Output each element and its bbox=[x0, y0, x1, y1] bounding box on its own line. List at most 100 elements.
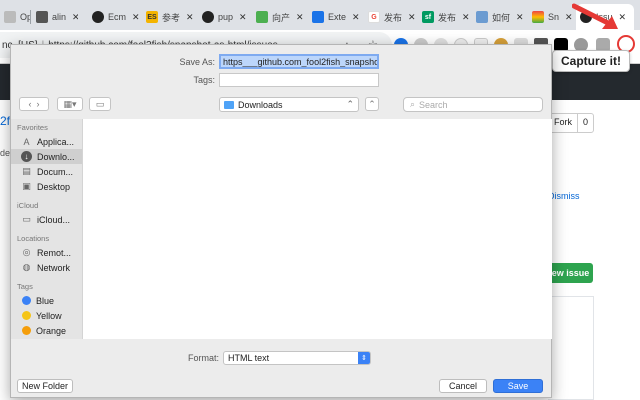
chevron-right-icon[interactable]: › bbox=[37, 99, 40, 109]
downloads-icon: ↓ bbox=[21, 151, 32, 162]
search-field[interactable]: ⌕ Search bbox=[403, 97, 543, 112]
new-issue-button[interactable]: ew issue bbox=[548, 263, 593, 283]
dialog-sidebar: Favorites A Applica... ↓ Downlo... ▤ Docum.… bbox=[11, 119, 82, 339]
tab-11[interactable]: Sn ✕ bbox=[528, 4, 574, 30]
tab-5[interactable]: pup ✕ bbox=[198, 4, 250, 30]
tab-label: Ecm bbox=[108, 12, 126, 22]
tab-2[interactable]: alin ✕ bbox=[32, 4, 78, 30]
yellow-tag-dot bbox=[22, 311, 31, 320]
tab-label: Sn bbox=[548, 12, 560, 22]
format-select[interactable]: HTML text ⇕ bbox=[223, 351, 371, 365]
sidebar-item-tag-yellow[interactable]: Yellow bbox=[11, 308, 82, 323]
close-icon[interactable]: ✕ bbox=[462, 12, 470, 23]
section-icloud: iCloud bbox=[17, 201, 39, 210]
tab-7[interactable]: Exte ✕ bbox=[308, 4, 362, 30]
new-folder-icon-button[interactable]: ▭ bbox=[89, 97, 111, 111]
close-icon[interactable]: ✕ bbox=[296, 12, 304, 23]
sidebar-item-remote[interactable]: ◎ Remot... bbox=[11, 245, 82, 260]
tab-label: Opt bbox=[20, 12, 30, 22]
close-icon[interactable]: ✕ bbox=[132, 12, 140, 23]
applications-icon: A bbox=[23, 136, 30, 147]
sidebar-item-label: Orange bbox=[36, 325, 67, 336]
view-mode-button[interactable]: ▦▾ bbox=[57, 97, 83, 111]
save-button[interactable]: Save bbox=[493, 379, 543, 393]
disc-icon: ◎ bbox=[22, 247, 31, 257]
tags-label: Tags: bbox=[193, 75, 215, 85]
new-folder-button[interactable]: New Folder bbox=[17, 379, 73, 393]
sidebar-item-label: Yellow bbox=[36, 310, 62, 321]
tab-10[interactable]: 如何 ✕ bbox=[472, 4, 524, 30]
file-browser-pane[interactable] bbox=[82, 119, 552, 339]
tab-strip: Opt alin ✕ Ecm ✕ ES 参考 ✕ pup ✕ 向产 ✕ Exte ✕ G 发布 ✕… bbox=[0, 0, 640, 30]
sidebar-item-downloads[interactable]: ↓ Downlo... bbox=[11, 149, 82, 164]
folder-icon: ▭ bbox=[22, 214, 31, 224]
page-icon bbox=[476, 11, 488, 23]
folder-icon: ▭ bbox=[95, 98, 105, 109]
capture-it-button[interactable]: Capture it! bbox=[552, 50, 630, 72]
fork-count: 0 bbox=[577, 114, 593, 132]
google-icon: G bbox=[368, 11, 380, 23]
tab-label: pup bbox=[218, 12, 234, 22]
close-icon[interactable]: ✕ bbox=[516, 12, 524, 23]
chevron-left-icon[interactable]: ‹ bbox=[28, 99, 31, 109]
sidebar-item-icloud[interactable]: ▭ iCloud... bbox=[11, 212, 82, 227]
updown-icon: ⇕ bbox=[358, 352, 370, 364]
back-forward-buttons[interactable]: ‹ › bbox=[19, 97, 49, 111]
tab-label: 发布 bbox=[384, 12, 403, 23]
desktop-icon: ▣ bbox=[22, 181, 31, 191]
sidebar-item-label: Network bbox=[37, 262, 71, 273]
document-icon: ▤ bbox=[22, 166, 31, 176]
tab-label: 发布 bbox=[438, 12, 457, 23]
sidebar-item-tag-orange[interactable]: Orange bbox=[11, 323, 82, 338]
es-icon: ES bbox=[146, 11, 158, 23]
save-as-label: Save As: bbox=[179, 57, 215, 67]
fork-label: Fork bbox=[554, 117, 572, 127]
sidebar-item-documents[interactable]: ▤ Docum... bbox=[11, 164, 82, 179]
search-icon: ⌕ bbox=[410, 99, 416, 109]
section-tags: Tags bbox=[17, 282, 33, 291]
tab-4[interactable]: ES 参考 ✕ bbox=[142, 4, 194, 30]
sidebar-item-label: Remot... bbox=[37, 247, 72, 258]
chevron-up-icon: ⌃ bbox=[368, 98, 376, 109]
sidebar-item-label: Desktop bbox=[37, 181, 71, 192]
puzzle-icon bbox=[312, 11, 324, 23]
github-icon bbox=[92, 11, 104, 23]
grid-icon: ▦▾ bbox=[63, 98, 77, 109]
sidebar-item-label: Applica... bbox=[37, 136, 75, 147]
location-select[interactable]: Downloads ⌃ bbox=[219, 97, 359, 112]
red-arrow-annotation bbox=[572, 3, 618, 29]
globe-icon: ◍ bbox=[22, 262, 31, 272]
close-icon[interactable]: ✕ bbox=[72, 12, 78, 23]
save-as-input[interactable]: https___github.com_fool2fish_snapshot-a bbox=[219, 54, 379, 69]
close-icon[interactable]: ✕ bbox=[408, 12, 416, 23]
tab-3[interactable]: Ecm ✕ bbox=[88, 4, 140, 30]
sidebar-item-network[interactable]: ◍ Network bbox=[11, 260, 82, 275]
sidebar-item-label: Downlo... bbox=[37, 151, 75, 162]
tags-input[interactable] bbox=[219, 73, 379, 87]
close-icon[interactable]: ✕ bbox=[186, 12, 194, 23]
rainbow-icon bbox=[532, 11, 544, 23]
tab-8[interactable]: G 发布 ✕ bbox=[364, 4, 416, 30]
close-icon[interactable]: ✕ bbox=[352, 12, 360, 23]
sidebar-item-tag-blue[interactable]: Blue bbox=[11, 293, 82, 308]
sidebar-item-label: Blue bbox=[36, 295, 55, 306]
sidebar-item-applications[interactable]: A Applica... bbox=[11, 134, 82, 149]
fork-button[interactable]: Fork 0 bbox=[548, 113, 595, 133]
close-icon[interactable]: ✕ bbox=[239, 12, 247, 23]
tab-label: alin bbox=[52, 12, 67, 22]
tab-6[interactable]: 向产 ✕ bbox=[252, 4, 304, 30]
folder-icon bbox=[224, 100, 234, 109]
cancel-button[interactable]: Cancel bbox=[439, 379, 487, 393]
tab-label: Exte bbox=[328, 12, 347, 22]
dismiss-link[interactable]: Dismiss bbox=[548, 190, 580, 202]
page-icon bbox=[4, 11, 16, 23]
tab-label: 向产 bbox=[272, 12, 291, 23]
sidebar-item-desktop[interactable]: ▣ Desktop bbox=[11, 179, 82, 194]
expand-button[interactable]: ⌃ bbox=[365, 97, 379, 111]
repo-fragment: de bbox=[0, 148, 11, 158]
book-icon bbox=[36, 11, 48, 23]
sidebar-box bbox=[548, 296, 594, 400]
tab-1[interactable]: Opt bbox=[0, 4, 30, 30]
sf-icon: sf bbox=[422, 11, 434, 23]
tab-9[interactable]: sf 发布 ✕ bbox=[418, 4, 470, 30]
